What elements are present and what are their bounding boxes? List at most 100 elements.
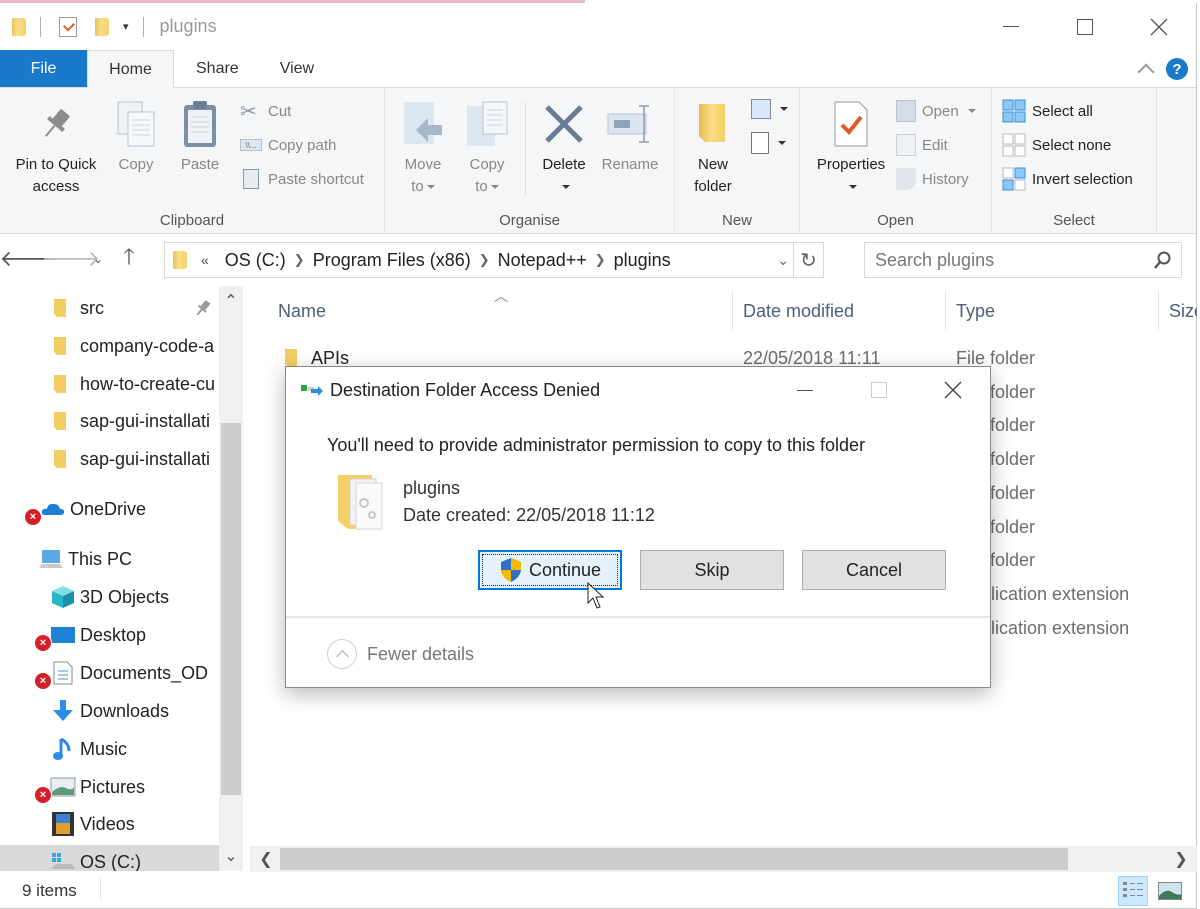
copy-button[interactable]: Copy bbox=[108, 98, 164, 176]
new-folder-qat-icon[interactable] bbox=[95, 17, 109, 36]
forward-button[interactable]: 🡒 bbox=[42, 242, 101, 276]
scroll-down-button[interactable]: ⌄ bbox=[219, 841, 243, 871]
edit-button[interactable]: Edit bbox=[896, 130, 948, 160]
tab-share[interactable]: Share bbox=[174, 50, 260, 87]
skip-button[interactable]: Skip bbox=[640, 550, 784, 590]
select-all-button[interactable]: Select all bbox=[1002, 96, 1093, 126]
easy-access-button[interactable] bbox=[751, 128, 786, 158]
sidebar-item-pictures[interactable]: Pictures × bbox=[0, 770, 219, 804]
pin-to-quick-access-button[interactable]: Pin to Quick access bbox=[6, 98, 106, 198]
customize-qat-dropdown[interactable]: ▾ bbox=[123, 20, 129, 33]
column-divider[interactable] bbox=[945, 291, 946, 331]
close-button[interactable] bbox=[1122, 3, 1196, 50]
tab-home[interactable]: Home bbox=[87, 50, 174, 88]
details-view-button[interactable] bbox=[1118, 876, 1148, 906]
address-dropdown-icon[interactable]: ⌄ bbox=[777, 243, 789, 277]
sidebar-item-downloads[interactable]: Downloads bbox=[0, 694, 219, 728]
refresh-button[interactable]: ↻ bbox=[793, 243, 823, 277]
maximize-icon bbox=[871, 382, 887, 398]
scroll-left-button[interactable]: ❮ bbox=[254, 846, 278, 872]
breadcrumb-os-c[interactable]: OS (C:) bbox=[225, 250, 286, 271]
sidebar-item-videos[interactable]: Videos bbox=[0, 807, 219, 841]
column-divider[interactable] bbox=[1158, 291, 1159, 331]
overflow-breadcrumb[interactable]: « bbox=[201, 252, 209, 268]
column-header-size[interactable]: Size bbox=[1169, 286, 1197, 336]
mouse-cursor-icon bbox=[587, 582, 605, 609]
up-button[interactable]: 🡑 bbox=[112, 242, 146, 276]
select-none-button[interactable]: Select none bbox=[1002, 130, 1111, 160]
delete-button[interactable]: Delete bbox=[535, 98, 593, 198]
dialog-minimize-button[interactable] bbox=[768, 367, 842, 413]
cut-button[interactable]: ✂ Cut bbox=[240, 96, 291, 126]
breadcrumb-chevron-icon[interactable]: ❯ bbox=[595, 252, 606, 268]
divider bbox=[40, 16, 41, 37]
column-header-date-modified[interactable]: Date modified bbox=[743, 286, 854, 336]
breadcrumb-notepadpp[interactable]: Notepad++ bbox=[498, 250, 587, 271]
sidebar-item-sap-gui-installati[interactable]: sap-gui-installati bbox=[0, 404, 219, 438]
address-bar[interactable]: « OS (C:) ❯ Program Files (x86) ❯ Notepa… bbox=[164, 242, 824, 278]
column-header-type[interactable]: Type bbox=[956, 286, 995, 336]
scrollbar-thumb[interactable] bbox=[221, 423, 241, 795]
sidebar-item-os-c[interactable]: OS (C:) bbox=[0, 845, 219, 871]
column-divider[interactable] bbox=[732, 291, 733, 331]
minimize-icon bbox=[797, 389, 813, 391]
minimize-button[interactable] bbox=[974, 3, 1048, 50]
invert-selection-button[interactable]: Invert selection bbox=[1002, 164, 1133, 194]
breadcrumb-plugins[interactable]: plugins bbox=[614, 250, 671, 271]
sidebar-item-how-to-create-cu[interactable]: how-to-create-cu bbox=[0, 367, 219, 401]
new-item-icon bbox=[751, 99, 771, 119]
sync-error-icon: × bbox=[24, 508, 42, 526]
sidebar-item-3d-objects[interactable]: 3D Objects bbox=[0, 580, 219, 614]
sidebar-item-onedrive[interactable]: OneDrive × bbox=[0, 492, 219, 526]
tab-file[interactable]: File bbox=[0, 50, 87, 87]
tab-view[interactable]: View bbox=[260, 50, 334, 87]
fewer-details-toggle[interactable]: Fewer details bbox=[327, 639, 474, 669]
sidebar-item-music[interactable]: Music bbox=[0, 732, 219, 766]
divider bbox=[286, 616, 990, 618]
organise-group: Move to Copy to Delete Rename Organise bbox=[385, 88, 675, 233]
sidebar-item-documents-od[interactable]: Documents_OD × bbox=[0, 656, 219, 690]
scroll-right-button[interactable]: ❯ bbox=[1169, 846, 1193, 872]
breadcrumb-chevron-icon[interactable]: ❯ bbox=[294, 252, 305, 268]
new-folder-button[interactable]: New folder bbox=[685, 98, 741, 198]
pin-icon[interactable] bbox=[194, 299, 212, 322]
sidebar-item-label: Desktop bbox=[80, 624, 147, 645]
move-to-button[interactable]: Move to bbox=[395, 98, 451, 198]
file-list-horizontal-scrollbar[interactable]: ❮ ❯ bbox=[250, 846, 1197, 872]
new-item-button[interactable] bbox=[751, 94, 788, 124]
help-button[interactable]: ? bbox=[1166, 58, 1188, 80]
paste-shortcut-button[interactable]: Paste shortcut bbox=[240, 164, 364, 194]
close-icon bbox=[944, 381, 962, 399]
sidebar-item-desktop[interactable]: Desktop × bbox=[0, 618, 219, 652]
cancel-button[interactable]: Cancel bbox=[802, 550, 946, 590]
rename-button[interactable]: Rename bbox=[597, 98, 663, 176]
sidebar-item-src[interactable]: src bbox=[0, 291, 219, 325]
nav-pane-scrollbar[interactable]: ⌃ ⌄ bbox=[219, 286, 243, 871]
column-header-name[interactable]: Name bbox=[278, 286, 326, 336]
sidebar-item-this-pc[interactable]: This PC bbox=[0, 542, 219, 576]
sidebar-item-sap-gui-installati[interactable]: sap-gui-installati bbox=[0, 442, 219, 476]
large-icons-view-button[interactable] bbox=[1155, 876, 1185, 906]
copy-to-button[interactable]: Copy to bbox=[459, 98, 515, 198]
dialog-message: You'll need to provide administrator per… bbox=[327, 435, 866, 455]
file-type: folder bbox=[990, 550, 1036, 571]
scrollbar-thumb[interactable] bbox=[280, 848, 1068, 870]
folder-icon bbox=[52, 298, 68, 318]
maximize-button[interactable] bbox=[1048, 3, 1122, 50]
sidebar-item-company-code-a[interactable]: company-code-a bbox=[0, 329, 219, 363]
collapse-ribbon-icon[interactable] bbox=[1137, 63, 1155, 81]
dialog-close-button[interactable] bbox=[916, 367, 990, 413]
navigation-bar: 🡐 🡒 ⌄ 🡑 « OS (C:) ❯ Program Files (x86) … bbox=[0, 234, 1196, 284]
properties-button[interactable]: Properties bbox=[806, 98, 896, 198]
open-button[interactable]: Open bbox=[896, 96, 976, 126]
breadcrumb-program-files[interactable]: Program Files (x86) bbox=[313, 250, 471, 271]
recent-locations-button[interactable]: ⌄ bbox=[88, 242, 108, 276]
history-button[interactable]: History bbox=[896, 164, 969, 194]
scroll-up-button[interactable]: ⌃ bbox=[219, 286, 243, 316]
search-input[interactable]: Search plugins bbox=[864, 242, 1182, 278]
copy-path-button[interactable]: \\... Copy path bbox=[240, 130, 336, 160]
paste-button[interactable]: Paste bbox=[172, 98, 228, 176]
sidebar-item-label: This PC bbox=[68, 548, 133, 569]
properties-qat-icon[interactable] bbox=[59, 16, 77, 37]
breadcrumb-chevron-icon[interactable]: ❯ bbox=[479, 252, 490, 268]
